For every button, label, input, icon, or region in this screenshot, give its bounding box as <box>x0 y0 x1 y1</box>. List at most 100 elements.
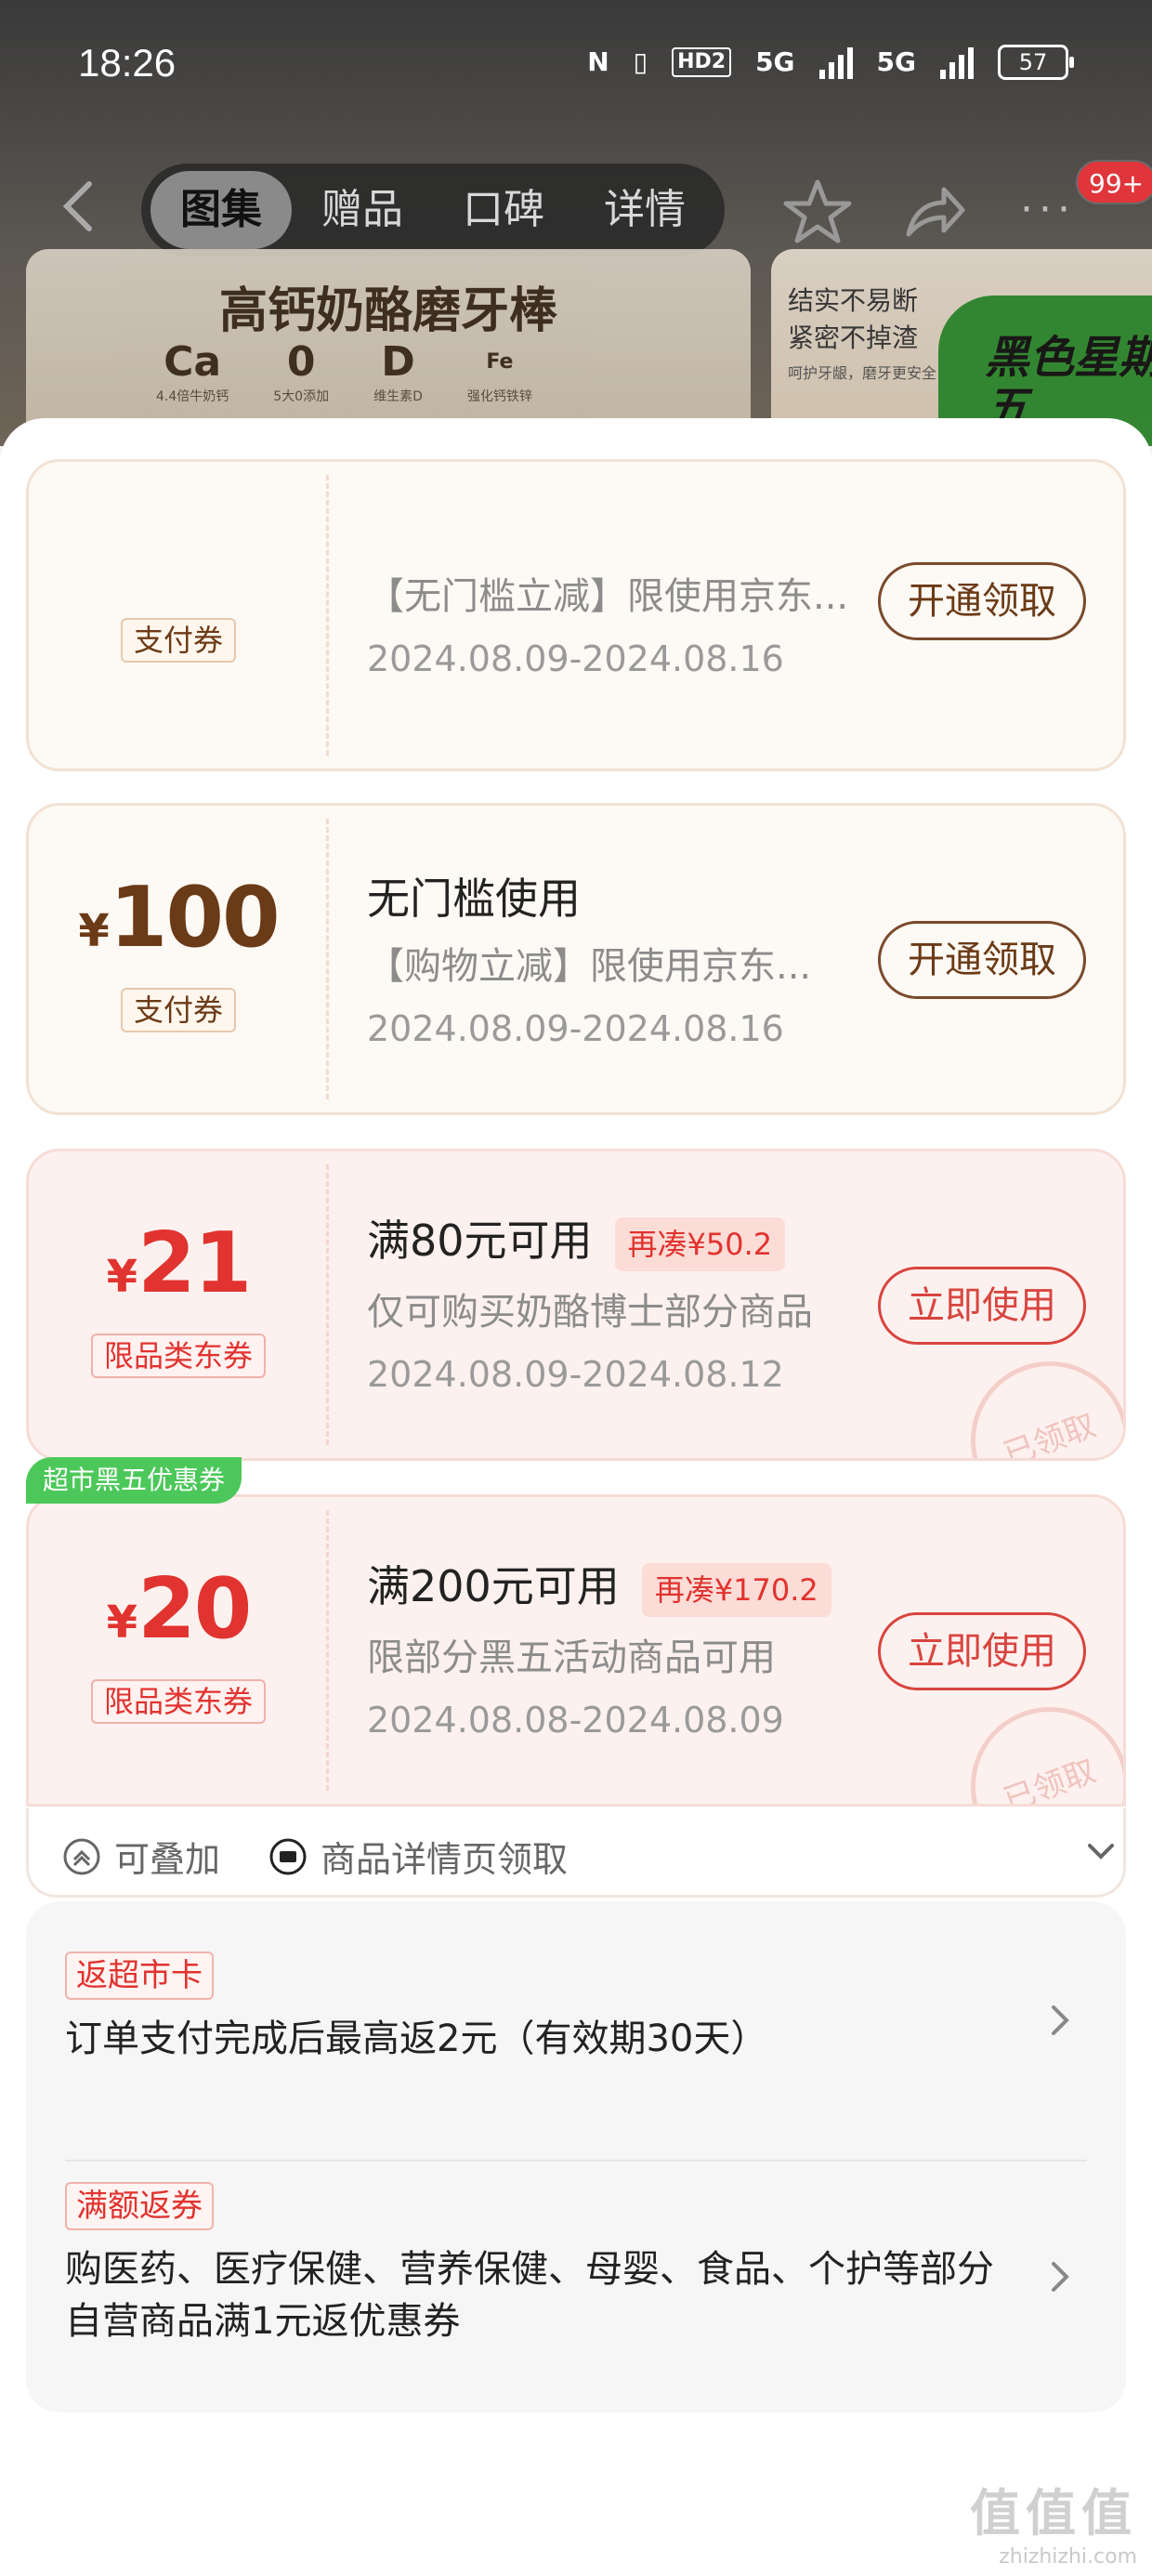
signal-icon <box>940 46 974 79</box>
coupon-card: ¥21 限品类东券 满80元可用 再凑¥50.2 仅可购买奶酪博士部分商品 202… <box>26 1149 1126 1461</box>
rebate-info-card: 返超市卡 订单支付完成后最高返2元（有效期30天） 满额返券 购医药、医疗保健、… <box>26 1901 1126 2412</box>
feature-item: Ca 4.4倍牛奶钙 <box>156 338 229 405</box>
coupon-title: 满200元可用 再凑¥170.2 <box>367 1553 831 1617</box>
gap-amount-chip: 再凑¥50.2 <box>614 1216 786 1271</box>
coupon-threshold: 满80元可用 <box>367 1216 593 1266</box>
tab-reviews[interactable]: 口碑 <box>433 171 574 249</box>
coupon-date: 2024.08.09-2024.08.12 <box>367 1354 784 1395</box>
currency-symbol: ¥ <box>78 905 110 957</box>
banner-right-text: 结实不易断 紧密不掉渣 <box>788 283 918 357</box>
coupon-source-icon <box>269 1838 307 1874</box>
coupon-meta-row: 可叠加 商品详情页领取 <box>26 1808 1126 1898</box>
vibrate-icon: ▯ <box>633 46 648 77</box>
coupon-rebate[interactable]: 满额返券 购医药、医疗保健、营养保健、母婴、食品、个护等部分自营商品满1元返优惠… <box>65 2182 1087 2347</box>
source-label: 商品详情页领取 <box>321 1839 569 1880</box>
status-icons: N ▯ HD2 5G 5G 57 <box>587 45 1074 80</box>
banner-right-small: 呵护牙龈，磨牙更安全 <box>788 364 937 382</box>
favorite-star-icon[interactable] <box>782 178 853 245</box>
watermark: 值值值 zhizhizhi.com <box>970 2472 1137 2569</box>
amount-value: 21 <box>137 1215 252 1312</box>
banner-title: 高钙奶酪磨牙棒 <box>218 283 557 339</box>
rebate-tag: 返超市卡 <box>65 1952 214 2000</box>
feature-label: 强化钙铁锌 <box>466 389 532 404</box>
stackable-label: 可叠加 <box>114 1839 221 1880</box>
coupon-date: 2024.08.09-2024.08.16 <box>367 638 784 679</box>
coupon-type-tag: 限品类东券 <box>90 1334 267 1378</box>
coupon-card: 支付券 【无门槛立减】限使用京东... 2024.08.09-2024.08.1… <box>26 459 1126 771</box>
feature-value: Ca <box>164 338 222 386</box>
amount-value: 100 <box>109 869 281 966</box>
banner-features: Ca 4.4倍牛奶钙 0 5大0添加 D 维生素D Fe 强化钙铁锌 <box>156 338 532 405</box>
banner-right-line2: 紧密不掉渣 <box>788 322 919 353</box>
open-claim-button[interactable]: 开通领取 <box>878 921 1086 999</box>
coupon-amount: ¥21 <box>29 1215 328 1312</box>
tab-gallery[interactable]: 图集 <box>151 171 292 249</box>
coupon-title: 满80元可用 再凑¥50.2 <box>367 1207 786 1271</box>
coupon-threshold: 满200元可用 <box>367 1561 620 1611</box>
coupon-desc: 【购物立减】限使用京东... <box>367 945 812 988</box>
tab-details[interactable]: 详情 <box>574 171 715 249</box>
tab-gifts[interactable]: 赠品 <box>292 171 433 249</box>
feature-label: 5大0添加 <box>273 389 330 404</box>
gap-amount-chip: 再凑¥170.2 <box>641 1562 831 1617</box>
rebate-text: 购医药、医疗保健、营养保健、母婴、食品、个护等部分自营商品满1元返优惠券 <box>65 2248 994 2343</box>
coupon-desc: 限部分黑五活动商品可用 <box>367 1636 776 1679</box>
status-time: 18:26 <box>78 41 177 85</box>
use-now-button[interactable]: 立即使用 <box>878 1612 1086 1690</box>
watermark-logo: 值值值 <box>970 2484 1137 2543</box>
coupon-divider <box>326 475 329 756</box>
coupon-type-tag: 支付券 <box>120 988 237 1032</box>
claimed-stamp: 已领取 <box>949 1339 1123 1458</box>
coupon-date: 2024.08.09-2024.08.16 <box>367 1008 784 1049</box>
hd-icon: HD2 <box>672 47 732 77</box>
source-info: 商品详情页领取 <box>268 1831 568 1882</box>
coupon-card: ¥20 限品类东券 满200元可用 再凑¥170.2 限部分黑五活动商品可用 20… <box>26 1494 1126 1807</box>
nav-tabs: 图集 赠品 口碑 详情 <box>141 164 725 256</box>
feature-item: 0 5大0添加 <box>273 338 329 405</box>
coupon-card: ¥100 支付券 无门槛使用 【购物立减】限使用京东... 2024.08.09… <box>26 803 1126 1115</box>
feature-value: Fe <box>486 350 514 374</box>
rebate-text: 订单支付完成后最高返2元（有效期30天） <box>65 2017 768 2060</box>
chevron-right-icon[interactable] <box>1046 2002 1074 2039</box>
coupon-amount: ¥20 <box>29 1560 328 1658</box>
feature-label: 4.4倍牛奶钙 <box>156 389 229 404</box>
battery-icon: 57 <box>998 45 1074 80</box>
currency-symbol: ¥ <box>106 1597 138 1649</box>
product-page-background: 18:26 N ▯ HD2 5G 5G 57 图集 赠品 口碑 详情 ··· 9… <box>0 0 1152 446</box>
watermark-url: zhizhizhi.com <box>999 2545 1137 2569</box>
share-icon[interactable] <box>901 178 968 245</box>
stackable-info: 可叠加 <box>62 1831 220 1882</box>
product-nav: 图集 赠品 口碑 详情 ··· <box>0 164 1152 256</box>
product-banner-secondary: 结实不易断 紧密不掉渣 呵护牙龈，磨牙更安全 黑色星期五 <box>771 249 1152 446</box>
feature-label: 维生素D <box>373 389 423 404</box>
feature-item: D 维生素D <box>373 338 423 405</box>
chevron-right-icon[interactable] <box>1046 2258 1074 2295</box>
coupon-type-tag: 支付券 <box>120 618 237 663</box>
feature-value: 0 <box>286 338 316 386</box>
supermarket-card-rebate[interactable]: 返超市卡 订单支付完成后最高返2元（有效期30天） <box>65 1952 1087 2065</box>
feature-item: Fe 强化钙铁锌 <box>467 338 532 405</box>
nfc-icon: N <box>587 46 609 77</box>
message-count-badge: 99+ <box>1076 160 1152 204</box>
coupon-date: 2024.08.08-2024.08.09 <box>367 1700 784 1741</box>
coupon-desc: 【无门槛立减】限使用京东... <box>367 575 849 618</box>
discount-sheet: 优惠 支付券 【无门槛立减】限使用京东... 2024.08.09-2024.0… <box>0 418 1152 2576</box>
coupon-desc: 仅可购买奶酪博士部分商品 <box>367 1291 813 1334</box>
divider <box>65 2160 1087 2162</box>
open-claim-button[interactable]: 开通领取 <box>878 562 1086 640</box>
product-banner: 高钙奶酪磨牙棒 Ca 4.4倍牛奶钙 0 5大0添加 D 维生素D Fe 强化钙… <box>26 249 751 446</box>
use-now-button[interactable]: 立即使用 <box>878 1267 1086 1345</box>
amount-value: 20 <box>137 1560 252 1658</box>
net1-label: 5G <box>755 46 795 77</box>
currency-symbol: ¥ <box>106 1251 138 1303</box>
chevron-down-icon[interactable] <box>1084 1834 1118 1868</box>
signal-icon <box>818 46 853 79</box>
back-arrow-icon[interactable] <box>56 178 102 234</box>
coupon-type-tag: 限品类东券 <box>90 1679 267 1724</box>
coupon-amount: ¥100 <box>29 869 328 966</box>
stackable-icon <box>63 1838 100 1874</box>
coupon-title: 无门槛使用 <box>367 874 581 924</box>
feature-value: D <box>381 338 415 386</box>
claimed-stamp: 已领取 <box>949 1685 1123 1804</box>
supermarket-black-friday-tag: 超市黑五优惠券 <box>26 1457 242 1504</box>
